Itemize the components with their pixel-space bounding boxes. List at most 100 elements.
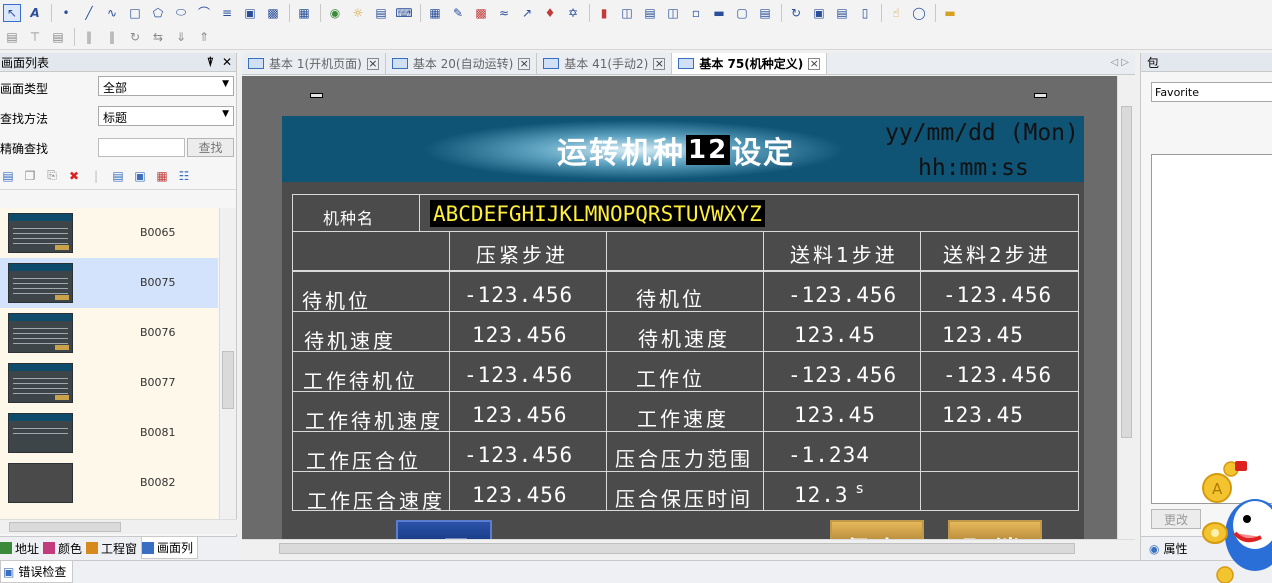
library-select[interactable]: Favorite bbox=[1151, 82, 1272, 102]
polyline-tool-icon[interactable]: ∿ bbox=[103, 4, 121, 22]
search-method-select[interactable]: 标题 ▼ bbox=[98, 106, 234, 126]
picture-tool-icon[interactable]: ▩ bbox=[264, 4, 282, 22]
list-item[interactable]: B0076 bbox=[0, 308, 218, 358]
delete-icon[interactable]: ✖ bbox=[66, 168, 82, 184]
polygon-tool-icon[interactable]: ⬠ bbox=[149, 4, 167, 22]
monitor-tool-icon[interactable]: ▢ bbox=[733, 4, 751, 22]
resize-handle[interactable] bbox=[310, 93, 323, 98]
feed1-value-field[interactable]: 123.45 bbox=[794, 323, 876, 347]
feed2-value-field[interactable]: -123.456 bbox=[943, 363, 1052, 387]
feed1-value-field[interactable]: -123.456 bbox=[788, 283, 897, 307]
display-tool-icon[interactable]: ▤ bbox=[756, 4, 774, 22]
press-value-field[interactable]: -123.456 bbox=[464, 283, 573, 307]
press-value-field[interactable]: -123.456 bbox=[464, 443, 573, 467]
tab-screen-75[interactable]: 基本 75(机种定义) × bbox=[672, 53, 828, 74]
close-icon[interactable]: × bbox=[518, 57, 531, 70]
copy-icon[interactable]: ❐ bbox=[22, 168, 38, 184]
thumbnail-horizontal-scrollbar[interactable] bbox=[0, 519, 237, 534]
xy-chart-tool-icon[interactable]: ↗ bbox=[518, 4, 536, 22]
rectangle-tool-icon[interactable]: □ bbox=[126, 4, 144, 22]
close-icon[interactable]: × bbox=[653, 57, 666, 70]
feed1-value-field[interactable]: -1.234 bbox=[788, 443, 870, 467]
hand-tool-icon[interactable]: ☝ bbox=[887, 4, 905, 22]
scale-tool-icon[interactable]: ≡ bbox=[218, 4, 236, 22]
button-tool-icon[interactable]: ◉ bbox=[326, 4, 344, 22]
ellipse-tool-icon[interactable]: ⬭ bbox=[172, 4, 190, 22]
layout-tool-icon[interactable]: ▫ bbox=[687, 4, 705, 22]
paste-icon[interactable]: ⎘ bbox=[44, 168, 60, 184]
grid-tool-icon[interactable]: ▦ bbox=[426, 4, 444, 22]
align-left-icon[interactable]: ▤ bbox=[3, 28, 21, 46]
device-tool-icon[interactable]: ▬ bbox=[710, 4, 728, 22]
brush-tool-icon[interactable]: ▬ bbox=[941, 4, 959, 22]
tab-scroll-arrows-icon[interactable]: ◁ ▷ bbox=[1110, 57, 1129, 68]
feed1-value-field[interactable]: 12.3 bbox=[794, 483, 849, 507]
dot-tool-icon[interactable]: • bbox=[57, 4, 75, 22]
feed2-value-field[interactable]: -123.456 bbox=[943, 283, 1052, 307]
tab-screen-41[interactable]: 基本 41(手动2) × bbox=[537, 53, 673, 74]
arc-tool-icon[interactable]: ⌒ bbox=[195, 4, 213, 22]
line-tool-icon[interactable]: ╱ bbox=[80, 4, 98, 22]
thumbnail-vertical-scrollbar[interactable] bbox=[219, 208, 236, 519]
feed2-value-field[interactable]: 123.45 bbox=[942, 323, 1024, 347]
next-page-button[interactable]: 下页 bbox=[396, 520, 492, 539]
refresh-tool-icon[interactable]: ↻ bbox=[787, 4, 805, 22]
table-tool-icon[interactable]: ▦ bbox=[295, 4, 313, 22]
list-item[interactable]: B0082 bbox=[0, 458, 218, 508]
new-screen-icon[interactable]: ▤ bbox=[0, 168, 16, 184]
file-tool-icon[interactable]: ◫ bbox=[618, 4, 636, 22]
word-lamp-tool-icon[interactable]: ▤ bbox=[372, 4, 390, 22]
tab-screen-20[interactable]: 基本 20(自动运转) × bbox=[386, 53, 538, 74]
search-button[interactable]: 查找 bbox=[187, 138, 234, 157]
close-icon[interactable]: ✕ bbox=[222, 55, 232, 70]
press-value-field[interactable]: -123.456 bbox=[464, 363, 573, 387]
flip-icon[interactable]: ⇆ bbox=[149, 28, 167, 46]
press-value-field[interactable]: 123.456 bbox=[472, 323, 568, 347]
model-number-display[interactable]: 12 bbox=[686, 135, 731, 165]
column-tool-icon[interactable]: ▯ bbox=[856, 4, 874, 22]
feed1-value-field[interactable]: -123.456 bbox=[788, 363, 897, 387]
feed2-value-field[interactable]: 123.45 bbox=[942, 403, 1024, 427]
panel-tool-icon[interactable]: ▣ bbox=[810, 4, 828, 22]
bring-front-icon[interactable]: ⇑ bbox=[195, 28, 213, 46]
alarm-tool-icon[interactable]: ♦ bbox=[541, 4, 559, 22]
tab-error-check[interactable]: ▣ 错误检查 bbox=[0, 561, 74, 583]
list-item[interactable]: B0075 bbox=[0, 258, 218, 308]
editor-canvas[interactable]: 运转机种 12 设定 yy/mm/dd (Mon) hh:mm:ss 机种名 A… bbox=[242, 76, 1117, 539]
mascot-icon[interactable]: A bbox=[1195, 455, 1272, 583]
recipe-tool-icon[interactable]: ▮ bbox=[595, 4, 613, 22]
import-icon[interactable]: ▤ bbox=[110, 168, 126, 184]
resize-handle[interactable] bbox=[1034, 93, 1047, 98]
tab-screen-1[interactable]: 基本 1(开机页面) × bbox=[242, 53, 386, 74]
list-item[interactable]: B0081 bbox=[0, 408, 218, 458]
space-vertical-icon[interactable]: ‖ bbox=[103, 28, 121, 46]
feed1-value-field[interactable]: 123.45 bbox=[794, 403, 876, 427]
model-name-input[interactable]: ABCDEFGHIJKLMNOPQRSTUVWXYZ bbox=[430, 200, 765, 227]
lamp-tool-icon[interactable]: ☼ bbox=[349, 4, 367, 22]
group-icon[interactable]: ▤ bbox=[49, 28, 67, 46]
move-tool-icon[interactable]: ✡ bbox=[564, 4, 582, 22]
close-icon[interactable]: × bbox=[366, 57, 379, 70]
select-pointer-icon[interactable]: ↖ bbox=[3, 3, 21, 22]
bitmap-tool-icon[interactable]: ▣ bbox=[241, 4, 259, 22]
tab-colors[interactable]: 颜色 bbox=[43, 537, 86, 559]
pin-icon[interactable]: ⍒ bbox=[207, 55, 214, 70]
image-tool-icon[interactable]: ▤ bbox=[641, 4, 659, 22]
pen-tool-icon[interactable]: ✎ bbox=[449, 4, 467, 22]
canvas-horizontal-scrollbar[interactable] bbox=[242, 539, 1135, 557]
trend-chart-tool-icon[interactable]: ≈ bbox=[495, 4, 513, 22]
space-horizontal-icon[interactable]: ‖ bbox=[80, 28, 98, 46]
align-top-icon[interactable]: ⊤ bbox=[26, 28, 44, 46]
rotate-icon[interactable]: ↻ bbox=[126, 28, 144, 46]
bar-chart-tool-icon[interactable]: ▩ bbox=[472, 4, 490, 22]
screen-type-select[interactable]: 全部 ▼ bbox=[98, 76, 234, 96]
canvas-vertical-scrollbar[interactable] bbox=[1117, 76, 1135, 539]
change-button[interactable]: 更改 bbox=[1151, 509, 1201, 529]
list-item[interactable]: B0077 bbox=[0, 358, 218, 408]
list-item[interactable]: B0065 bbox=[0, 208, 218, 258]
tab-screen-list[interactable]: 画面列 bbox=[141, 537, 199, 559]
colors-icon[interactable]: ▦ bbox=[154, 168, 170, 184]
window-tool-icon[interactable]: ◫ bbox=[664, 4, 682, 22]
tab-properties[interactable]: 属性 bbox=[1163, 540, 1187, 557]
save-button[interactable]: 保存 bbox=[830, 520, 924, 539]
